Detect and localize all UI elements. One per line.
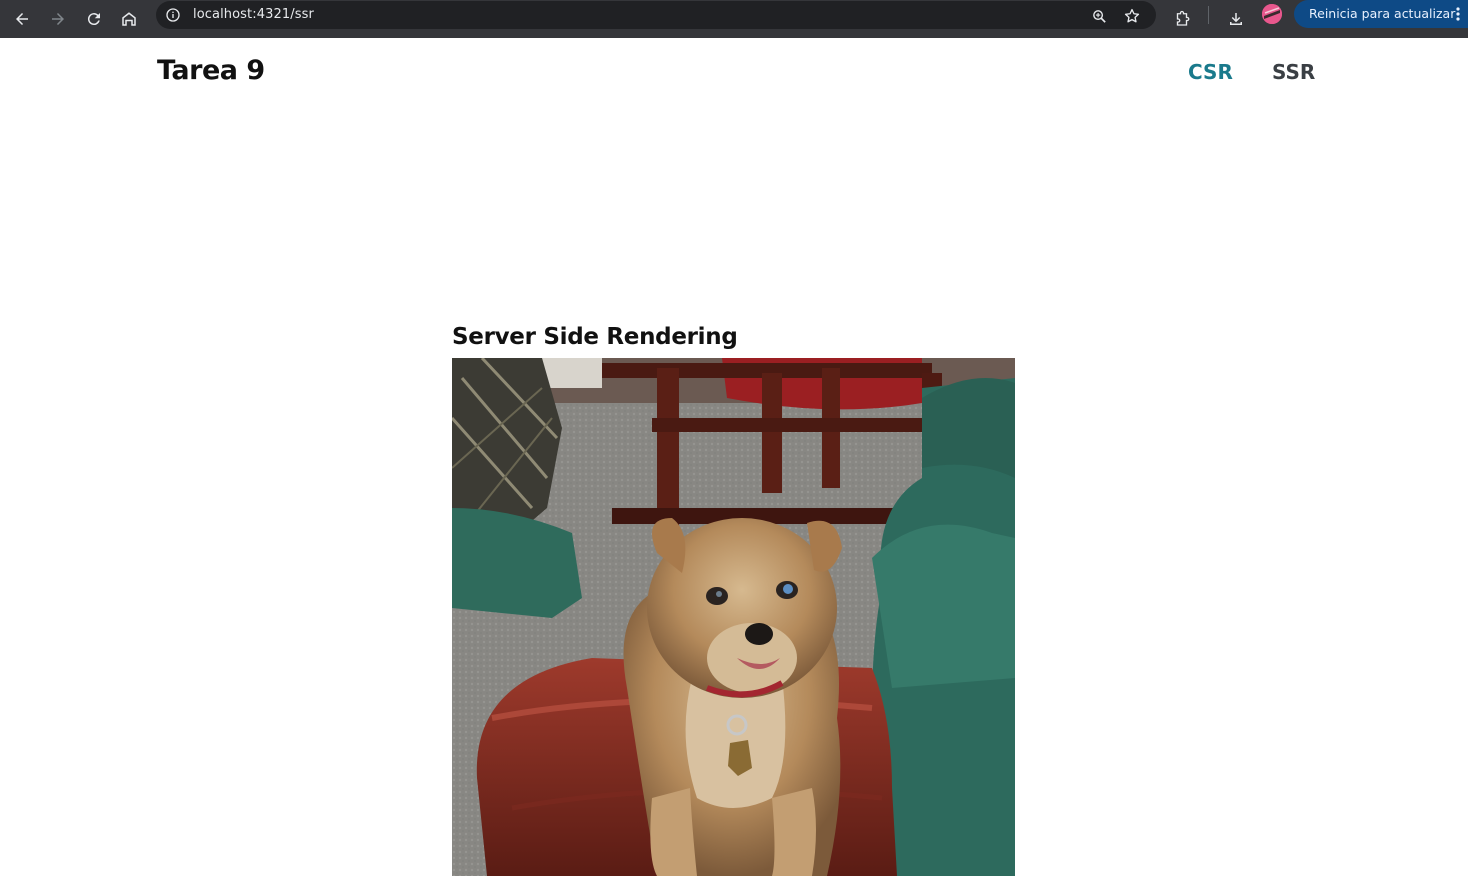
extensions-button[interactable] bbox=[1168, 5, 1196, 33]
info-icon[interactable] bbox=[164, 6, 182, 24]
update-button-label: Reinicia para actualizar bbox=[1309, 6, 1456, 21]
browser-toolbar: localhost:4321/ssr Reinicia para actuali… bbox=[0, 0, 1468, 38]
home-button[interactable] bbox=[115, 5, 143, 33]
address-bar[interactable]: localhost:4321/ssr bbox=[156, 1, 1156, 29]
forward-button[interactable] bbox=[44, 5, 72, 33]
avatar[interactable] bbox=[1262, 4, 1282, 24]
puzzle-icon bbox=[1176, 10, 1190, 26]
nav-link-ssr[interactable]: SSR bbox=[1272, 60, 1315, 84]
arrow-left-icon bbox=[16, 13, 28, 25]
back-button[interactable] bbox=[8, 5, 36, 33]
zoom-icon[interactable] bbox=[1089, 6, 1109, 26]
url-text[interactable]: localhost:4321/ssr bbox=[193, 7, 314, 22]
arrow-right-icon bbox=[52, 13, 64, 25]
home-icon bbox=[122, 12, 136, 26]
nav-link-csr[interactable]: CSR bbox=[1188, 60, 1233, 84]
toolbar-divider bbox=[1208, 6, 1209, 24]
kebab-menu-icon[interactable] bbox=[1454, 6, 1462, 22]
site-title[interactable]: Tarea 9 bbox=[157, 55, 265, 86]
dog-photo bbox=[452, 358, 1015, 876]
downloads-button[interactable] bbox=[1222, 5, 1250, 33]
page-heading: Server Side Rendering bbox=[452, 324, 738, 350]
reload-button[interactable] bbox=[80, 5, 108, 33]
reload-icon bbox=[87, 13, 100, 26]
star-icon[interactable] bbox=[1122, 6, 1142, 26]
update-button[interactable]: Reinicia para actualizar bbox=[1294, 0, 1468, 28]
download-icon bbox=[1230, 13, 1242, 25]
